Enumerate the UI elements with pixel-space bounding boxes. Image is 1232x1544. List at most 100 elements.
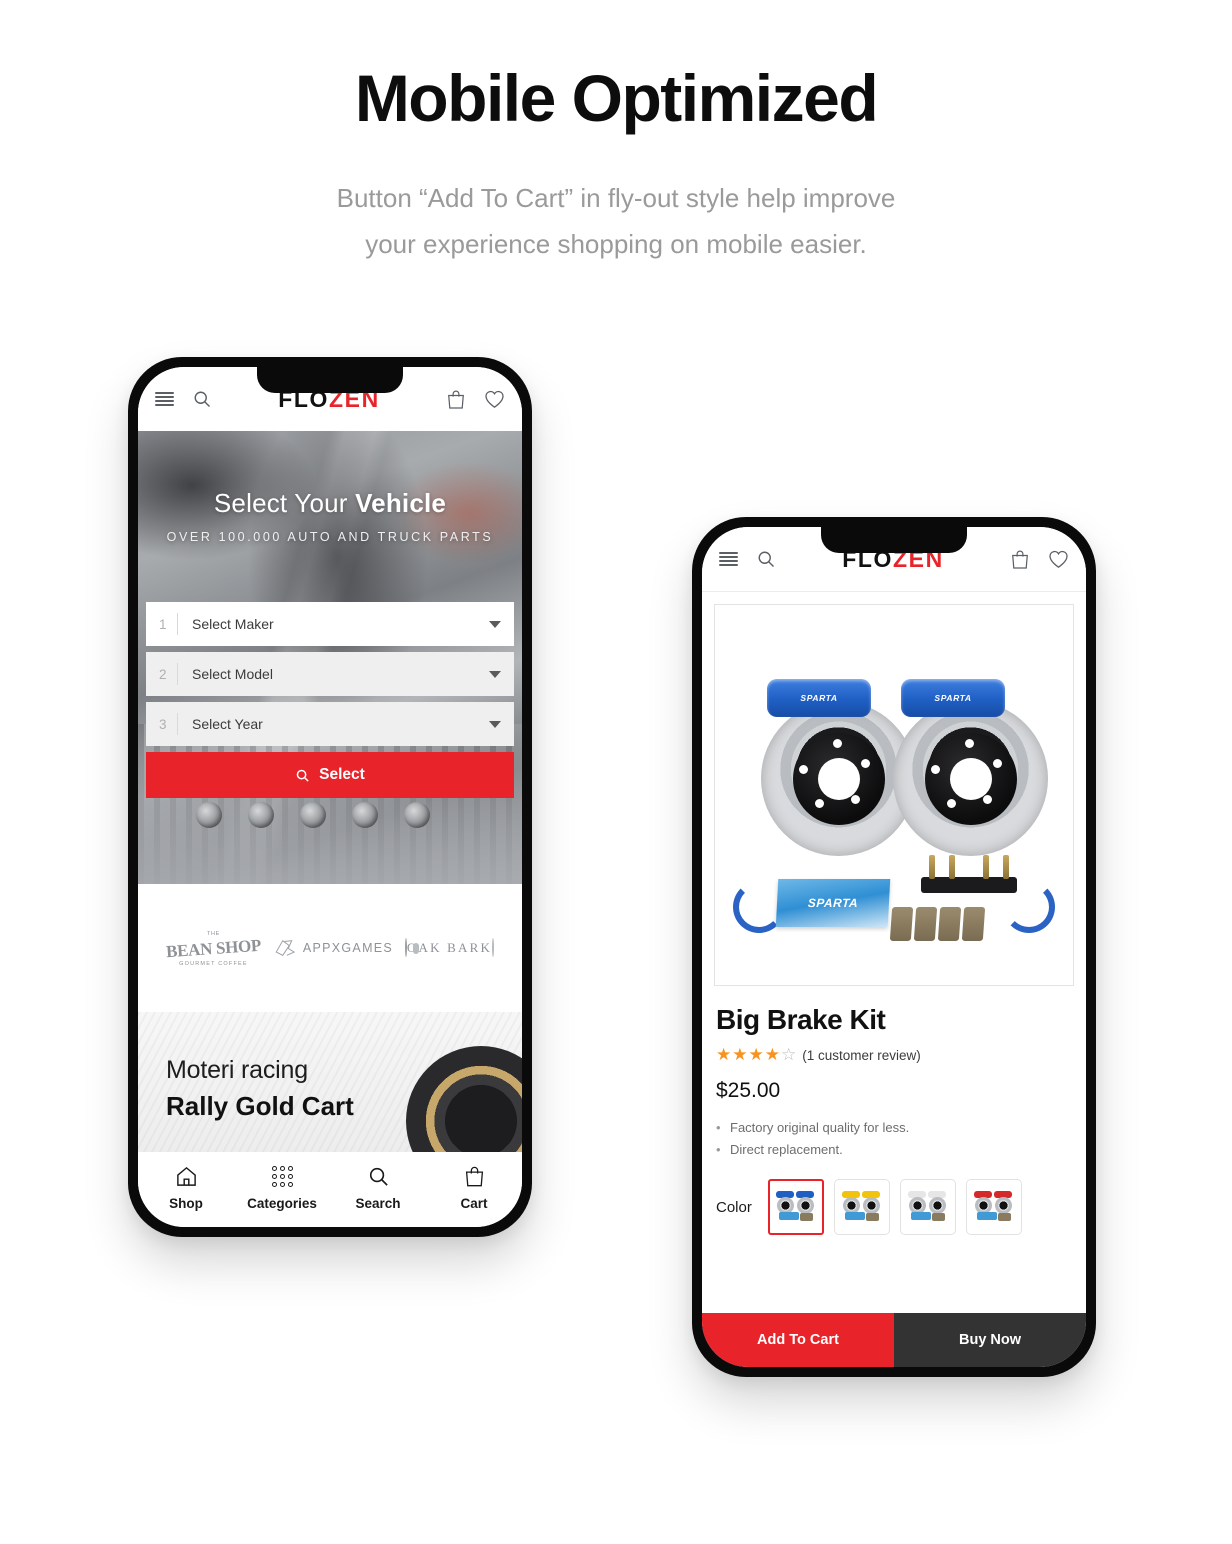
select-year-dropdown[interactable]: 3 Select Year xyxy=(146,702,514,746)
brand-logo-oak-bark[interactable]: OAK BARK xyxy=(404,938,495,957)
step-number-1: 1 xyxy=(159,616,167,632)
tab-shop[interactable]: Shop xyxy=(142,1163,230,1211)
bean-shop-top: THE xyxy=(207,930,220,937)
phone1-screen: FLOZEN Select Your Vehicle OVER 100.000 … xyxy=(138,367,522,1227)
rotor-hub-left xyxy=(792,732,885,825)
heart-icon[interactable] xyxy=(484,389,505,409)
product-price: $25.00 xyxy=(716,1079,781,1102)
caliper-brand-right: SPARTA xyxy=(934,693,972,703)
page-subtitle-line1: Button “Add To Cart” in fly-out style he… xyxy=(336,183,896,213)
phone2-notch xyxy=(821,527,967,553)
bean-shop-tagline: GOURMET COFFEE xyxy=(179,961,248,968)
review-count[interactable]: (1 customer review) xyxy=(802,1048,921,1063)
add-to-cart-button[interactable]: Add To Cart xyxy=(702,1313,894,1367)
hero-subtitle: OVER 100.000 AUTO AND TRUCK PARTS xyxy=(166,530,494,544)
hamburger-icon[interactable] xyxy=(155,391,174,407)
heart-icon[interactable] xyxy=(1048,549,1069,569)
brake-pads xyxy=(889,907,986,941)
color-swatch-yellow[interactable] xyxy=(833,1179,890,1236)
shopping-bag-icon[interactable] xyxy=(1010,549,1030,570)
bottom-tab-bar: Shop Categories Search Cart xyxy=(138,1153,522,1227)
brake-kit-thumbnail-silver xyxy=(907,1190,949,1224)
search-icon xyxy=(296,769,309,782)
brake-kit-thumbnail-yellow xyxy=(841,1190,883,1224)
tab-categories[interactable]: Categories xyxy=(238,1163,326,1211)
phone2-screen: FLOZEN SPARTA SPARTA SPARTA Big Brake Ki… xyxy=(702,527,1086,1367)
chevron-down-icon xyxy=(489,720,501,728)
oak-bark-leaf-icon xyxy=(492,938,495,957)
bean-shop-name: BEAN SHOP xyxy=(165,935,262,962)
promo-banner-moteri[interactable]: Moteri racing Rally Gold Cart xyxy=(138,1012,522,1152)
phone2-appbar-right xyxy=(1010,549,1069,570)
grid-dots-icon xyxy=(238,1163,326,1189)
appbar-divider xyxy=(702,591,1086,592)
chevron-down-icon xyxy=(489,620,501,628)
hero-title-light: Select Your xyxy=(213,488,356,518)
rating-stars-empty: ☆ xyxy=(780,1045,798,1064)
brand-logo-appxgames[interactable]: APPXGAMES xyxy=(273,937,393,959)
color-swatch-blue[interactable] xyxy=(767,1179,824,1236)
mounting-bracket xyxy=(921,855,1017,893)
page-root: Mobile Optimized Button “Add To Cart” in… xyxy=(0,0,1232,1544)
vehicle-selector: 1 Select Maker 2 Select Model 3 Select Y… xyxy=(146,602,514,798)
oak-bark-emblem-icon xyxy=(404,938,407,957)
phone1-appbar-left xyxy=(155,389,212,409)
tab-cart-label: Cart xyxy=(460,1196,488,1211)
pad-box-brand: SPARTA xyxy=(807,896,859,910)
color-label: Color xyxy=(716,1198,752,1216)
search-icon[interactable] xyxy=(756,549,776,569)
select-maker-dropdown[interactable]: 1 Select Maker xyxy=(146,602,514,646)
search-icon xyxy=(334,1163,422,1189)
oak-bark-name: OAK BARK xyxy=(406,940,493,955)
color-swatch-silver[interactable] xyxy=(899,1179,956,1236)
select-model-label: Select Model xyxy=(192,666,273,682)
buy-now-button[interactable]: Buy Now xyxy=(894,1313,1086,1367)
product-cta-bar: Add To Cart Buy Now xyxy=(702,1313,1086,1367)
select-vehicle-button[interactable]: Select xyxy=(146,752,514,798)
hamburger-icon[interactable] xyxy=(719,551,738,567)
chevron-down-icon xyxy=(489,670,501,678)
color-option-row: Color xyxy=(702,1161,1086,1236)
brake-kit-thumbnail-red xyxy=(973,1190,1015,1224)
brake-pad-box: SPARTA xyxy=(775,879,891,927)
select-year-label: Select Year xyxy=(192,716,263,732)
page-title: Mobile Optimized xyxy=(354,61,879,135)
caliper-right: SPARTA xyxy=(901,679,1005,717)
tab-search-label: Search xyxy=(355,1196,401,1211)
hero-title: Select Your Vehicle xyxy=(138,431,522,519)
home-icon xyxy=(142,1163,230,1189)
page-subtitle: Button “Add To Cart” in fly-out style he… xyxy=(0,176,1232,267)
hero-vehicle-finder: Select Your Vehicle OVER 100.000 AUTO AN… xyxy=(138,431,522,884)
tab-cart[interactable]: Cart xyxy=(430,1163,518,1211)
caliper-left: SPARTA xyxy=(767,679,871,717)
step-number-2: 2 xyxy=(159,666,167,682)
product-image-brake-kit: SPARTA SPARTA SPARTA xyxy=(715,605,1073,985)
hero-title-bold: Vehicle xyxy=(355,488,447,518)
product-feature-item: Direct replacement. xyxy=(716,1139,1072,1161)
shopping-bag-icon[interactable] xyxy=(446,389,466,410)
caliper-brand-left: SPARTA xyxy=(800,693,838,703)
rating-stars-filled: ★★★★ xyxy=(716,1045,781,1064)
tab-shop-label: Shop xyxy=(169,1196,203,1211)
product-image-card[interactable]: SPARTA SPARTA SPARTA xyxy=(714,604,1074,986)
promo-wheel-image xyxy=(406,1046,522,1152)
brake-kit-thumbnail-blue xyxy=(775,1190,817,1224)
select-vehicle-button-label: Select xyxy=(319,766,365,783)
product-rating: ★★★★☆ (1 customer review) xyxy=(702,1036,1086,1065)
rating-stars[interactable]: ★★★★☆ xyxy=(716,1045,797,1065)
promo-line1: Moteri racing xyxy=(166,1056,308,1084)
step-number-3: 3 xyxy=(159,716,167,732)
phone1-appbar-right xyxy=(446,389,505,410)
select-model-dropdown[interactable]: 2 Select Model xyxy=(146,652,514,696)
promo-line2: Rally Gold Cart xyxy=(166,1091,354,1121)
phone1-notch xyxy=(257,367,403,393)
phone-mockup-product: FLOZEN SPARTA SPARTA SPARTA Big Brake Ki… xyxy=(692,517,1096,1377)
divider xyxy=(177,613,178,635)
divider xyxy=(177,713,178,735)
tab-search[interactable]: Search xyxy=(334,1163,422,1211)
color-swatch-red[interactable] xyxy=(965,1179,1022,1236)
product-features: Factory original quality for less. Direc… xyxy=(702,1103,1086,1161)
rotor-hub-right xyxy=(924,732,1017,825)
brand-logo-bean-shop[interactable]: THE BEAN SHOP GOURMET COFFEE xyxy=(165,928,262,968)
search-icon[interactable] xyxy=(192,389,212,409)
